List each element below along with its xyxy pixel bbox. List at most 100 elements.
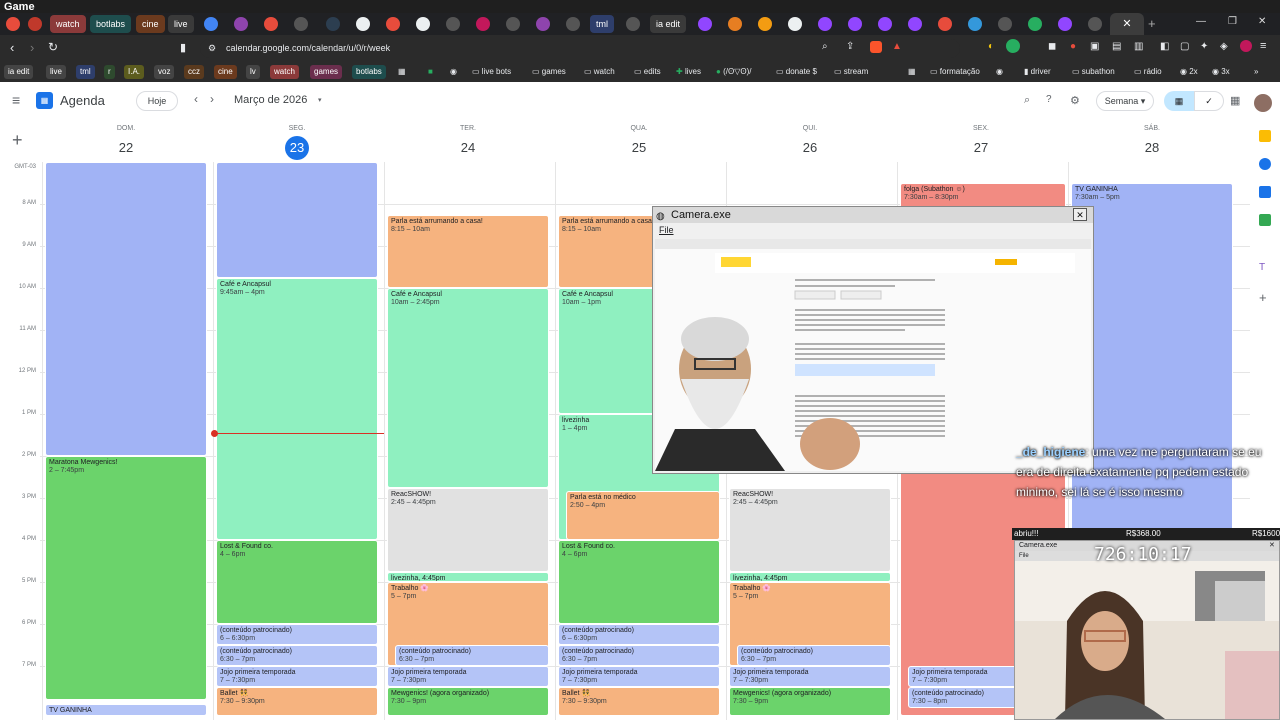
calendar-event[interactable]	[216, 162, 378, 278]
tab-favicon-icon[interactable]	[6, 17, 20, 31]
tab-group-ia-edit[interactable]: ia edit	[650, 15, 687, 33]
keep-icon[interactable]	[1259, 130, 1271, 142]
next-week-icon[interactable]: ›	[210, 92, 214, 106]
sidebar-toggle-icon[interactable]: ◧	[1160, 41, 1169, 52]
calendar-event[interactable]: (conteúdo patrocinado) 6 – 6:30pm	[216, 624, 378, 645]
calendar-event[interactable]: (conteúdo patrocinado) 6 – 6:30pm	[558, 624, 720, 645]
tab-favicon-icon[interactable]	[998, 17, 1012, 31]
bookmark-icon[interactable]: ▦	[908, 65, 916, 79]
tab-favicon-icon[interactable]	[536, 17, 550, 31]
month-label[interactable]: Março de 2026	[234, 94, 307, 106]
streamer-camera-file-menu[interactable]: File	[1019, 553, 1029, 559]
tab-favicon-icon[interactable]	[878, 17, 892, 31]
tab-favicon-icon[interactable]	[356, 17, 370, 31]
calendar-event[interactable]: livezinha, 4:45pm	[387, 571, 549, 582]
bookmark-chip[interactable]: live	[46, 65, 67, 79]
help-icon[interactable]: ?	[1046, 94, 1052, 105]
today-button[interactable]: Hoje	[136, 91, 178, 111]
bookmark-chip[interactable]: ccz	[184, 65, 204, 79]
bookmark-folder-live-bots[interactable]: ▭ live bots	[472, 65, 511, 79]
day-number[interactable]: 25	[627, 136, 651, 160]
tab-favicon-icon[interactable]	[566, 17, 580, 31]
calendar-event[interactable]: Jojo primeira temporada 7 – 7:30pm	[729, 666, 891, 687]
main-menu-icon[interactable]: ≡	[12, 92, 20, 108]
bookmark-chip[interactable]: r	[104, 65, 115, 79]
tasks-view-icon[interactable]: ✓	[1194, 91, 1224, 111]
streamer-camera-close-icon[interactable]: ✕	[1269, 541, 1275, 551]
calendar-event[interactable]: Parla está arrumando a casa! 8:15 – 10am	[387, 214, 549, 288]
day-number-today[interactable]: 23	[285, 136, 309, 160]
calendar-event[interactable]: ReacSHOW! 2:45 – 4:45pm	[729, 487, 891, 572]
camera-close-icon[interactable]: ✕	[1073, 208, 1087, 221]
bookmark-chip[interactable]: tml	[76, 65, 95, 79]
tab-favicon-icon[interactable]	[204, 17, 218, 31]
tab-favicon-icon[interactable]	[818, 17, 832, 31]
brave-shield-icon[interactable]	[870, 41, 882, 53]
bookmark-folder-games[interactable]: ▭ games	[532, 65, 566, 79]
tab-group-botlabs[interactable]: botlabs	[90, 15, 132, 33]
bookmark-3x[interactable]: ◉ 3x	[1212, 65, 1230, 79]
bookmark-emote[interactable]: ● (/ʘ▽ʘ)/	[716, 65, 751, 79]
search-icon[interactable]: ⌕	[1024, 94, 1030, 107]
add-addon-icon[interactable]: +	[1259, 290, 1267, 305]
tab-favicon-icon[interactable]	[446, 17, 460, 31]
tab-favicon-icon[interactable]	[506, 17, 520, 31]
tab-favicon-icon[interactable]	[234, 17, 248, 31]
tab-favicon-icon[interactable]	[968, 17, 982, 31]
tab-favicon-icon[interactable]	[626, 17, 640, 31]
calendar-event[interactable]: Maratona Mewgenics! 2 – 7:45pm	[45, 456, 207, 700]
back-icon[interactable]: ‹	[10, 40, 14, 55]
bookmarks-overflow-icon[interactable]: »	[1254, 65, 1258, 79]
zoom-icon[interactable]: ⌕	[822, 41, 828, 52]
bookmark-icon[interactable]: ◉	[450, 65, 457, 79]
contacts-icon[interactable]	[1259, 186, 1271, 198]
tab-favicon-icon[interactable]	[386, 17, 400, 31]
bookmark-lives[interactable]: ✚ lives	[676, 65, 701, 79]
bookmark-folder-radio[interactable]: ▭ rádio	[1134, 65, 1162, 79]
calendar-event[interactable]: Mewgenics! (agora organizado) 7:30 – 9pm	[387, 687, 549, 717]
extension-icon[interactable]: ◐	[988, 41, 994, 52]
view-select-button[interactable]: Semana ▾	[1096, 91, 1154, 111]
calendar-event[interactable]: (conteúdo patrocinado) 6:30 – 7pm	[558, 645, 720, 666]
calendar-event[interactable]: (conteúdo patrocinado) 6:30 – 7pm	[395, 645, 549, 666]
tab-favicon-icon[interactable]	[728, 17, 742, 31]
forward-icon[interactable]: ›	[30, 40, 34, 55]
bookmark-driver[interactable]: ▮ driver	[1024, 65, 1051, 79]
calendar-event[interactable]: Ballet 👯 7:30 – 9:30pm	[558, 687, 720, 717]
tab-favicon-icon[interactable]	[264, 17, 278, 31]
bookmark-chip[interactable]: voz	[154, 65, 175, 79]
tasks-icon[interactable]	[1259, 158, 1271, 170]
calendar-event[interactable]: Lost & Found co. 4 – 6pm	[216, 540, 378, 624]
extension-icon[interactable]: ▤	[1112, 41, 1121, 52]
calendar-event[interactable]: Café e Ancapsul 9:45am – 4pm	[216, 277, 378, 540]
wallet-icon[interactable]: ▢	[1180, 41, 1189, 52]
bookmark-icon[interactable]: ■	[428, 65, 433, 79]
active-tab-close-icon[interactable]: ✕	[1110, 13, 1144, 35]
bookmark-folder-stream[interactable]: ▭ stream	[834, 65, 868, 79]
calendar-event[interactable]	[45, 162, 207, 456]
bookmark-folder-edits[interactable]: ▭ edits	[634, 65, 661, 79]
day-number[interactable]: 22	[114, 136, 138, 160]
apps-grid-icon[interactable]: ▦	[398, 65, 406, 79]
tab-favicon-icon[interactable]	[326, 17, 340, 31]
calendar-event[interactable]: Jojo primeira temporada 7 – 7:30pm	[558, 666, 720, 687]
site-info-icon[interactable]: ⚙	[208, 39, 216, 58]
bookmark-chip[interactable]: botlabs	[352, 65, 386, 79]
tab-favicon-icon[interactable]	[938, 17, 952, 31]
tab-favicon-icon[interactable]	[294, 17, 308, 31]
tab-favicon-icon[interactable]	[908, 17, 922, 31]
day-number[interactable]: 26	[798, 136, 822, 160]
prev-week-icon[interactable]: ‹	[194, 92, 198, 106]
month-dropdown-icon[interactable]: ▾	[318, 96, 322, 104]
day-number[interactable]: 27	[969, 136, 993, 160]
menu-icon[interactable]: ≡	[1260, 40, 1266, 52]
calendar-event[interactable]: (conteúdo patrocinado) 6:30 – 7pm	[737, 645, 891, 666]
tab-group-watch[interactable]: watch	[50, 15, 86, 33]
day-number[interactable]: 28	[1140, 136, 1164, 160]
reload-icon[interactable]: ↻	[48, 40, 58, 54]
camera-window-titlebar[interactable]: ◍ Camera.exe ✕	[653, 207, 1093, 223]
profile-avatar-icon[interactable]	[1240, 40, 1252, 52]
bookmark-icon[interactable]: ▮	[180, 41, 186, 54]
calendar-event[interactable]: Ballet 👯 7:30 – 9:30pm	[216, 687, 378, 717]
calendar-event[interactable]: Café e Ancapsul 10am – 2:45pm	[387, 288, 549, 488]
